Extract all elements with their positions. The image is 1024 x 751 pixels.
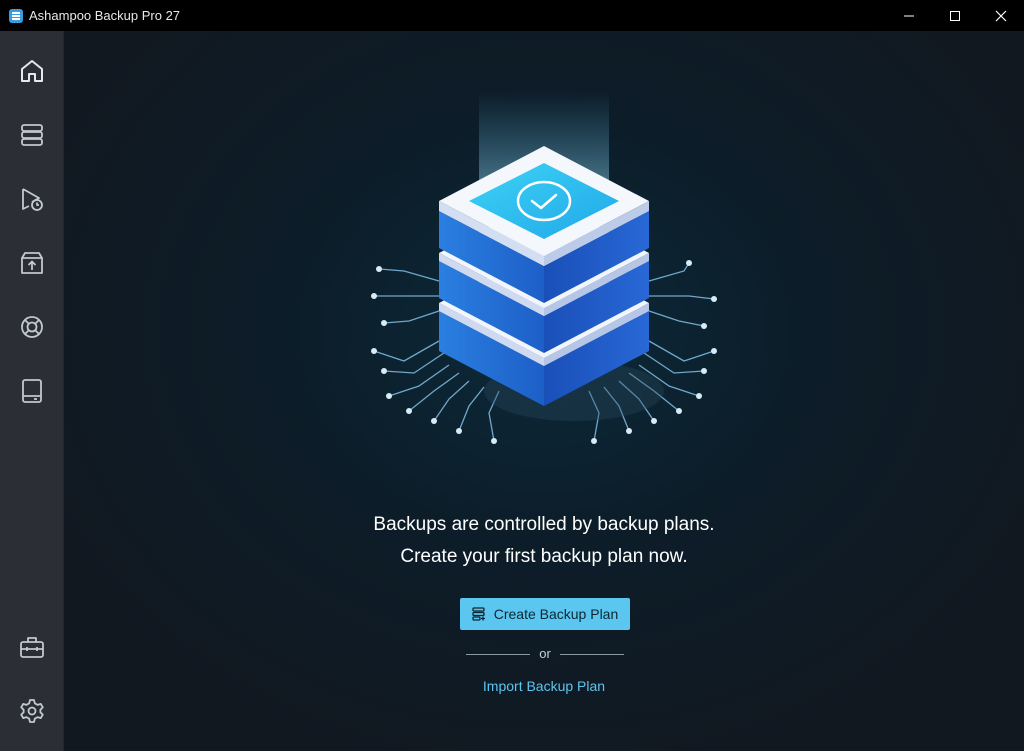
import-backup-plan-link[interactable]: Import Backup Plan bbox=[444, 678, 644, 694]
sidebar-item-restore[interactable] bbox=[10, 241, 54, 285]
sidebar-item-rescue[interactable] bbox=[10, 305, 54, 349]
window-title: Ashampoo Backup Pro 27 bbox=[29, 8, 181, 23]
sidebar-item-run-schedule[interactable] bbox=[10, 177, 54, 221]
home-icon bbox=[21, 60, 43, 82]
close-button[interactable] bbox=[978, 0, 1024, 31]
drive-icon bbox=[22, 379, 42, 403]
sidebar-item-backup-plans[interactable] bbox=[10, 113, 54, 157]
minimize-icon bbox=[904, 15, 914, 16]
backup-plans-icon bbox=[21, 124, 43, 146]
maximize-button[interactable] bbox=[932, 0, 978, 31]
app-logo-icon bbox=[9, 8, 23, 23]
message-line-1: Backups are controlled by backup plans. bbox=[373, 514, 715, 535]
divider-line-right bbox=[560, 654, 624, 655]
create-backup-plan-label: Create Backup Plan bbox=[493, 606, 619, 622]
close-icon bbox=[995, 10, 1007, 21]
create-backup-plan-button[interactable]: Create Backup Plan bbox=[460, 598, 630, 630]
maximize-icon bbox=[950, 10, 960, 21]
sidebar-item-tools[interactable] bbox=[10, 625, 54, 669]
backup-server-illustration bbox=[371, 91, 717, 444]
title-bar: Ashampoo Backup Pro 27 bbox=[0, 0, 1024, 31]
toolbox-icon bbox=[20, 637, 44, 658]
main-content: Backups are controlled by backup plans. … bbox=[64, 31, 1024, 751]
sidebar-item-settings[interactable] bbox=[10, 689, 54, 733]
or-divider: or bbox=[466, 645, 624, 665]
sidebar-item-home[interactable] bbox=[10, 49, 54, 93]
minimize-button[interactable] bbox=[886, 0, 932, 31]
empty-state-message: Backups are controlled by backup plans. … bbox=[244, 509, 844, 573]
rescue-lifebuoy-icon bbox=[21, 316, 43, 338]
sidebar bbox=[0, 31, 64, 751]
restore-box-icon bbox=[21, 252, 43, 274]
message-line-2: Create your first backup plan now. bbox=[400, 546, 688, 567]
sidebar-item-drive[interactable] bbox=[10, 369, 54, 413]
run-schedule-icon bbox=[22, 188, 43, 211]
gear-icon bbox=[20, 699, 44, 723]
backup-plan-add-icon bbox=[472, 607, 485, 621]
